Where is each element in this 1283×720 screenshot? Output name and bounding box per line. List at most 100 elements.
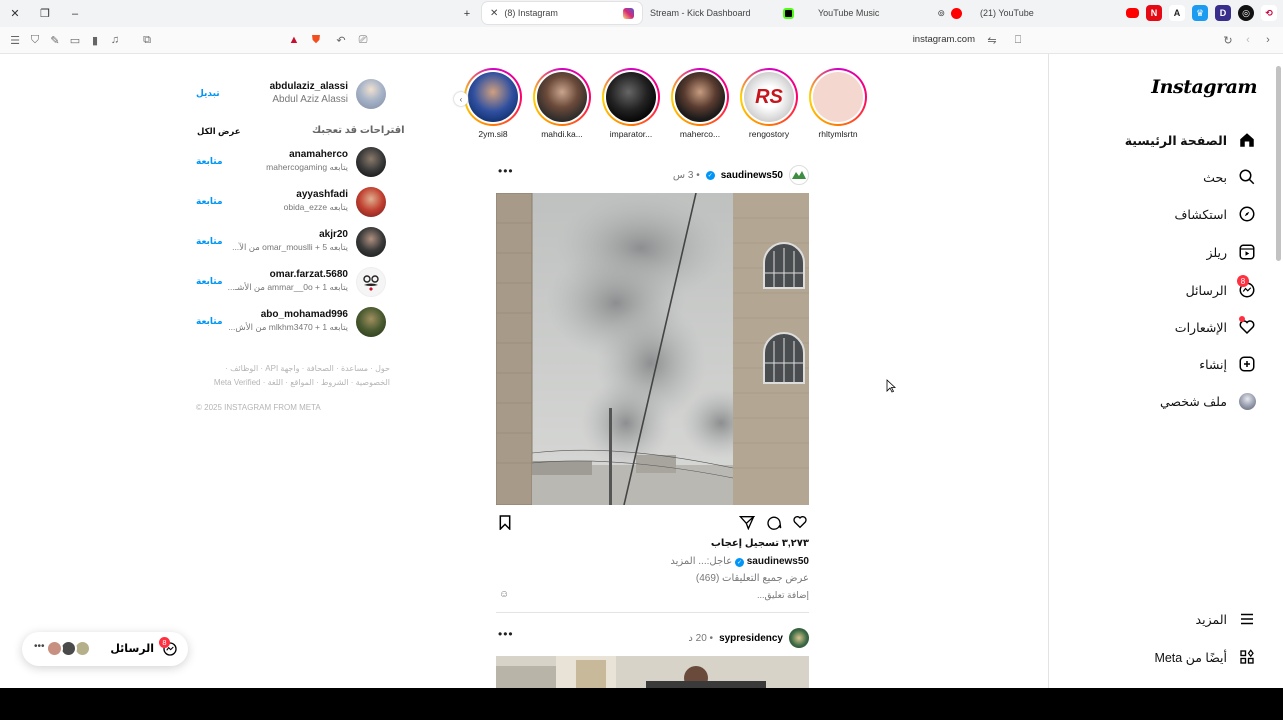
story-item[interactable]: 2ym.si8 [463,68,523,148]
nav-item-notifications[interactable]: الإشعارات [1175,315,1257,339]
follow-button[interactable]: متابعة [196,196,223,207]
footer-links[interactable]: الخصوصية · الشروط · المواقع · اللغة · Me… [196,376,390,390]
nav-item-messages[interactable]: 8 الرسائل [1186,275,1257,302]
share-icon[interactable] [738,513,756,531]
avatar[interactable] [356,227,386,257]
tab-youtube-music[interactable]: YouTube Music ⊚ [810,2,970,24]
nav-item-reels[interactable]: ريلز [1206,240,1257,264]
tab-kick[interactable]: Stream - Kick Dashboard [642,2,802,24]
crown-ext-icon[interactable]: ♛ [1192,5,1208,21]
nav-item-profile[interactable]: ملف شخصي [1160,389,1257,413]
emoji-icon[interactable]: ☺ [499,589,509,600]
messages-badge: 8 [159,637,170,648]
bookmark-icon[interactable]: ⎕ [1011,33,1025,47]
story-item[interactable]: mahdi.ka... [532,68,592,148]
site-settings-icon[interactable]: ⇋ [985,33,999,47]
post-image[interactable] [496,193,809,505]
brave-shield-icon[interactable]: ⛊ [309,33,323,47]
history-icon[interactable]: ↶ [334,33,348,47]
instagram-logo[interactable]: Instagram [1151,76,1257,98]
post-author-username[interactable]: sypresidency [719,633,783,644]
messages-pill[interactable]: 8 الرسائل ••• [22,632,188,666]
view-all-comments-link[interactable]: عرض جميع التعليقات (469) [496,573,809,584]
story-item[interactable]: imparator... [601,68,661,148]
caption-username[interactable]: saudinews50 [747,556,809,567]
reload-icon[interactable]: ↻ [1221,33,1235,47]
avatar[interactable] [356,147,386,177]
suggestions-title: اقتراحات قد تعجبك [312,125,405,136]
youtube-ext-icon[interactable] [1126,8,1139,18]
post-author-username[interactable]: saudinews50 [721,170,783,181]
suggestion-username[interactable]: abo_mohamad996 [228,309,348,320]
pin-icon[interactable]: ✎ [48,33,62,47]
shield-icon[interactable]: ⛉ [28,33,42,47]
restore-window-icon[interactable]: ❐ [30,0,60,27]
netflix-ext-icon[interactable]: N [1146,5,1162,21]
avatar[interactable] [356,307,386,337]
nav-item-meta[interactable]: أيضًا من Meta [1154,645,1257,669]
new-tab-icon[interactable]: + [452,0,482,27]
avatar[interactable] [356,187,386,217]
brave-warning-icon[interactable]: ▲ [287,33,301,47]
openai-ext-icon[interactable]: ◎ [1238,5,1254,21]
screenshot-icon[interactable]: ⧉ [140,33,154,47]
music-icon[interactable]: ♫ [108,33,122,47]
nav-item-more[interactable]: المزيد [1196,607,1257,631]
follow-button[interactable]: متابعة [196,236,223,247]
nav-item-home[interactable]: الصفحة الرئيسية [1125,128,1257,152]
add-comment-input[interactable]: إضافة تعليق... [496,590,809,601]
story-avatar [606,72,656,122]
nav-item-create[interactable]: إنشاء [1199,352,1257,376]
stories-prev-arrow-icon[interactable]: ‹ [454,92,468,106]
follow-button[interactable]: متابعة [196,156,223,167]
cast-icon[interactable]: ⎚ [356,33,370,47]
nav-item-search[interactable]: بحث [1203,165,1257,189]
back-icon[interactable]: › [1261,33,1275,47]
story-item[interactable]: rhltymlsrtn [808,68,868,148]
caption-text[interactable]: عاجل:... المزيد [670,556,732,567]
minimize-window-icon[interactable]: – [60,0,90,27]
post-likes[interactable]: ٣,٢٧٣ تسجيل إعجاب [496,538,809,549]
menu-icon[interactable]: ☰ [8,33,22,47]
nav-item-explore[interactable]: استكشاف [1174,202,1257,226]
arc-ext-icon[interactable]: A [1169,5,1185,21]
post-image[interactable] [496,656,809,688]
follow-button[interactable]: متابعة [196,316,223,327]
close-window-icon[interactable]: ✕ [0,0,30,27]
comment-icon[interactable] [765,513,783,531]
post-author-avatar[interactable] [789,628,809,648]
page-scrollbar[interactable] [1275,58,1281,684]
see-all-link[interactable]: عرض الكل [197,126,241,137]
avatar[interactable] [356,79,386,109]
tab-youtube[interactable]: (21) YouTube [972,2,1112,24]
footer-links[interactable]: حول · مساعدة · الصحافة · واجهة API · الو… [196,362,390,376]
suggestion-subtitle: يتابعه mlkhm3470 + 1 من الأش... [228,322,348,332]
forward-icon[interactable]: ‹ [1241,33,1255,47]
story-item[interactable]: RS rengostory [739,68,799,148]
tab-manager-icon[interactable]: ▭ [68,33,82,47]
post-options-icon[interactable]: ••• [498,164,514,178]
post-options-icon[interactable]: ••• [498,627,514,641]
post-author-avatar[interactable] [789,165,809,185]
sidebar-icon[interactable]: ▮ [88,33,102,47]
tab-instagram[interactable]: ✕ (8) Instagram [482,2,642,24]
more-dots-icon: ••• [34,641,45,652]
url-bar[interactable]: instagram.com [913,34,975,45]
dashboard-ext-icon[interactable]: D [1215,5,1231,21]
suggestion-username[interactable]: akjr20 [232,229,348,240]
save-post-icon[interactable] [496,513,514,531]
verified-badge-icon: ✓ [705,170,715,180]
like-heart-icon[interactable] [791,513,809,531]
opera-ext-icon[interactable]: ⟲ [1261,5,1277,21]
reels-icon [1237,242,1257,262]
close-tab-icon[interactable]: ✕ [490,8,498,19]
current-user-username[interactable]: abdulaziz_alassi [270,81,348,92]
suggestion-item: anamaherco يتابعه mahercogaming متابعة [196,146,390,178]
suggestion-username[interactable]: ayyashfadi [284,189,348,200]
story-item[interactable]: maherco... [670,68,730,148]
avatar[interactable] [356,267,386,297]
suggestion-username[interactable]: omar.farzat.5680 [228,269,348,280]
switch-account-button[interactable]: تبديل [196,88,220,99]
suggestion-username[interactable]: anamaherco [266,149,348,160]
follow-button[interactable]: متابعة [196,276,223,287]
